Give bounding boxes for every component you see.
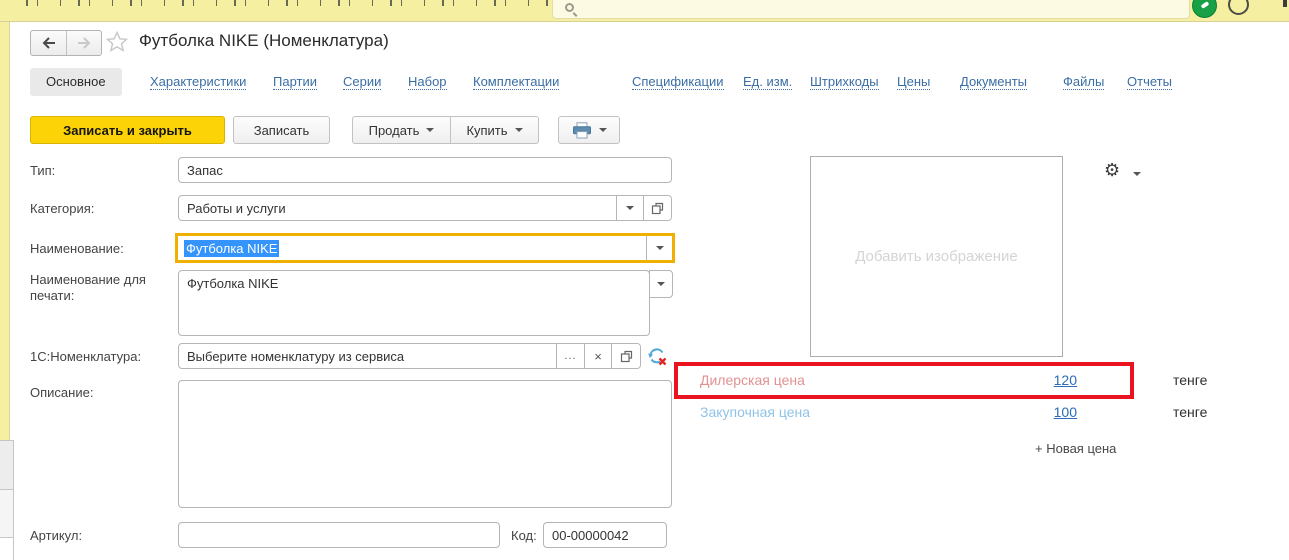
tab-shtrihkody[interactable]: Штрихкоды	[810, 74, 879, 90]
purchase-price-link[interactable]: Закупочная цена	[700, 404, 810, 420]
global-search-input[interactable]	[552, 0, 1190, 19]
tab-ed-izm[interactable]: Ед. изм.	[743, 74, 792, 90]
code-field[interactable]: 00-00000042	[543, 522, 667, 548]
category-label: Категория:	[30, 201, 94, 216]
category-dropdown-button[interactable]	[616, 196, 643, 220]
category-open-button[interactable]	[643, 196, 671, 220]
c1-more-button[interactable]: ...	[556, 344, 584, 368]
sync-disabled-button[interactable]	[647, 346, 667, 371]
description-field[interactable]	[178, 380, 672, 508]
type-field[interactable]: Запас	[178, 157, 672, 183]
tab-osnovnoe[interactable]: Основное	[30, 68, 122, 96]
tab-specifikacii[interactable]: Спецификации	[632, 74, 724, 90]
c1-nomenclature-label: 1С:Номенклатура:	[30, 349, 141, 364]
green-support-icon[interactable]	[1192, 0, 1217, 18]
forward-arrow-icon	[76, 37, 92, 49]
gear-icon: ⚙	[1104, 160, 1120, 180]
background-window-strip	[0, 489, 14, 537]
category-field[interactable]: Работы и услуги	[178, 195, 672, 221]
settings-button[interactable]: ⚙	[1104, 160, 1120, 181]
tab-fajly[interactable]: Файлы	[1063, 74, 1104, 90]
tab-dokumenty[interactable]: Документы	[960, 74, 1027, 90]
sell-button[interactable]: Продать	[353, 117, 450, 143]
titlebar	[0, 0, 1289, 22]
app-window: Футболка NIKE (Номенклатура) Основное Ха…	[0, 0, 1289, 560]
chevron-down-icon	[657, 282, 665, 286]
background-window-strip	[0, 440, 14, 489]
name-field[interactable]: Футболка NIKE	[175, 233, 675, 263]
save-button[interactable]: Записать	[233, 116, 330, 144]
c1-nomenclature-field[interactable]: Выберите номенклатуру из сервиса ... ×	[178, 343, 641, 369]
name-label: Наименование:	[30, 241, 124, 256]
open-form-icon	[620, 350, 633, 363]
tab-partii[interactable]: Партии	[273, 74, 317, 90]
clock-icon[interactable]	[1228, 0, 1249, 15]
sell-buy-group: Продать Купить	[352, 116, 539, 144]
c1-open-button[interactable]	[611, 344, 640, 368]
left-window-edge	[0, 22, 10, 440]
tab-komplektacii[interactable]: Комплектации	[473, 74, 559, 90]
dealer-price-link[interactable]: Дилерская цена	[700, 372, 805, 388]
name-dropdown-button[interactable]	[646, 236, 672, 260]
add-new-price-link[interactable]: + Новая цена	[1035, 441, 1116, 456]
print-name-field[interactable]: Футболка NIKE	[178, 270, 650, 336]
back-arrow-icon	[41, 37, 57, 49]
open-form-icon	[651, 202, 664, 215]
tab-nabor[interactable]: Набор	[408, 74, 447, 90]
print-name-label: Наименование для печати:	[30, 272, 160, 304]
favorite-button[interactable]	[106, 31, 128, 57]
save-and-close-button[interactable]: Записать и закрыть	[30, 116, 225, 144]
chevron-down-icon[interactable]	[1133, 172, 1141, 176]
purchase-price-value: 100	[1007, 404, 1077, 420]
tab-serii[interactable]: Серии	[343, 74, 381, 90]
chevron-down-icon	[626, 206, 634, 210]
type-label: Тип:	[30, 163, 55, 178]
article-label: Артикул:	[30, 528, 82, 543]
tab-otchety[interactable]: Отчеты	[1127, 74, 1172, 90]
print-button[interactable]	[558, 116, 620, 144]
chevron-down-icon	[515, 128, 523, 132]
add-image-placeholder: Добавить изображение	[855, 248, 1018, 265]
background-window-strip	[0, 537, 14, 560]
purchase-price-currency: тенге	[1173, 404, 1207, 420]
star-icon	[106, 31, 128, 52]
titlebar-edge-mark	[1283, 0, 1287, 7]
add-image-dropzone[interactable]: Добавить изображение	[810, 156, 1063, 357]
article-field[interactable]	[178, 522, 500, 548]
print-name-dropdown-button[interactable]	[649, 270, 673, 298]
code-label: Код:	[511, 528, 537, 543]
printer-icon	[572, 122, 592, 139]
buy-button[interactable]: Купить	[450, 117, 538, 143]
tab-harakteristiki[interactable]: Характеристики	[150, 74, 246, 90]
sync-disabled-icon	[647, 346, 667, 366]
description-label: Описание:	[30, 385, 93, 400]
selected-text: Футболка NIKE	[184, 240, 279, 257]
tab-ceny[interactable]: Цены	[897, 74, 930, 90]
chevron-down-icon	[599, 128, 607, 132]
back-button[interactable]	[31, 31, 66, 55]
page-title: Футболка NIKE (Номенклатура)	[139, 31, 389, 51]
history-nav	[30, 30, 102, 56]
search-icon	[565, 3, 574, 12]
dealer-price-currency: тенге	[1173, 372, 1207, 388]
dealer-price-value: 120	[1007, 372, 1077, 388]
chevron-down-icon	[426, 128, 434, 132]
c1-clear-button[interactable]: ×	[584, 344, 611, 368]
chevron-down-icon	[656, 246, 664, 250]
forward-button[interactable]	[66, 31, 101, 55]
